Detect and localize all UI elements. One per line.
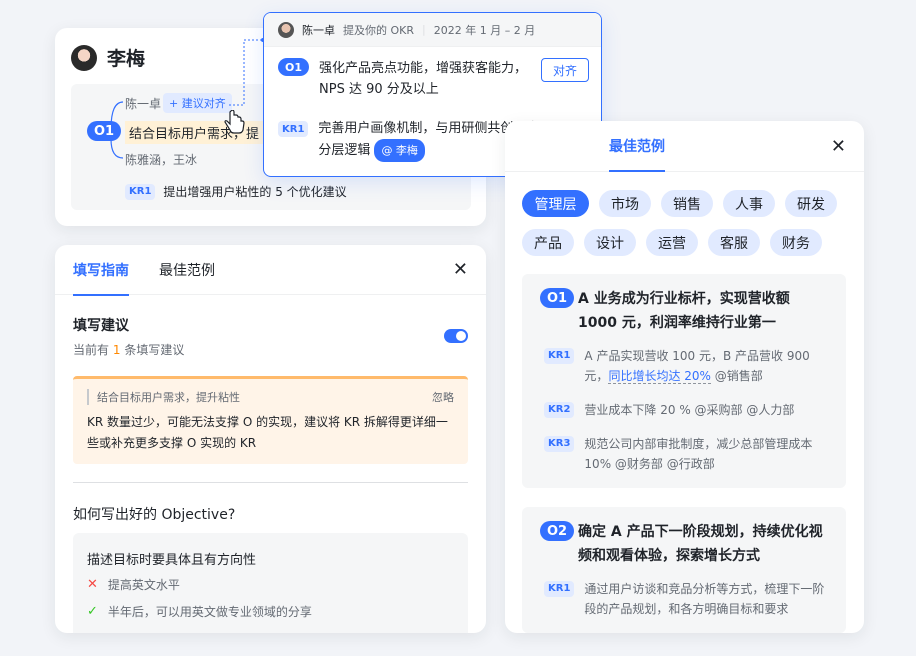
examples-tabs: 最佳范例 [505,121,864,172]
kr-link[interactable]: 同比增长均达 20% [608,369,711,384]
kr-text-b: @销售部 [710,369,763,383]
category-chip[interactable]: 管理层 [522,190,589,217]
bad-example-row: ✕ 提高英文水平 [87,576,180,593]
tab-guide[interactable]: 填写指南 [73,245,129,296]
tab-examples[interactable]: 最佳范例 [159,245,215,295]
ignore-button[interactable]: 忽略 [432,389,454,405]
popover-header: 陈一卓 提及你的 OKR | 2022 年 1 月 – 2 月 [264,13,601,47]
tab-examples[interactable]: 最佳范例 [609,121,665,172]
close-icon[interactable]: ✕ [453,261,468,279]
popover-connector [229,38,265,106]
kr-text: A 产品实现营收 100 元，B 产品营收 900 元，同比增长均达 20% @… [584,346,829,386]
kr-text: 通过用户访谈和竞品分析等方式，梳理下一阶段的产品规划，和各方明确目标和要求 [584,582,825,616]
count-suffix: 条填写建议 [124,343,185,357]
o1-kr3: KR3 规范公司内部审批制度，减少总部管理成本 10% @财务部 @行政部 [544,434,829,474]
o1-kr2: KR2 营业成本下降 20 % @采购部 @人力部 [544,400,829,420]
o2-kr1: KR1 通过用户访谈和竞品分析等方式，梳理下一阶段的产品规划，和各方明确目标和要… [544,579,829,619]
objective-text: 强化产品亮点功能，增强获客能力，NPS 达 90 分及以上 [319,61,528,97]
tip-title: 描述目标时要具体且有方向性 [87,553,257,568]
category-chip[interactable]: 财务 [770,229,822,256]
check-icon: ✓ [87,604,98,619]
divider [73,482,468,483]
o2-text: 确定 A 产品下一阶段规划，持续优化视频和观看体验，探索增长方式 [578,524,823,564]
warning-box: 结合目标用户需求，提升粘性 忽略 KR 数量过少，可能无法支撑 O 的实现，建议… [73,376,468,464]
category-chip[interactable]: 市场 [599,190,651,217]
avatar[interactable] [71,44,97,71]
kr-badge: KR1 [544,581,575,597]
kr-badge: KR1 [278,121,309,137]
good-example-row: ✓ 半年后，可以用英文做专业领域的分享 [87,603,312,620]
section-title: 填写建议 [73,318,129,334]
align-button[interactable]: 对齐 [541,58,589,82]
assignee-top: 陈一卓 [125,97,162,111]
suggestion-count: 当前有 1 条填写建议 [73,341,184,358]
warning-ref: 结合目标用户需求，提升粘性 [87,389,240,405]
category-chip[interactable]: 产品 [522,229,574,256]
category-chip[interactable]: 客服 [708,229,760,256]
objective-question: 如何写出好的 Objective? [73,507,236,523]
examples-card: 最佳范例 ✕ 管理层 市场 销售 人事 研发产品 设计 运营 客服 财务 O1 A 业务成为行业… [505,121,864,633]
suggestion-toggle[interactable] [444,329,468,343]
suggest-align-chip[interactable]: + 建议对齐 [163,93,232,113]
kr-badge: KR3 [544,436,575,452]
o2-badge: O2 [540,521,575,541]
mention-chip[interactable]: @ 李梅 [374,139,425,162]
category-chip[interactable]: 销售 [661,190,713,217]
warning-text: KR 数量过少，可能无法支撑 O 的实现，建议将 KR 拆解得更详细一些或补充更… [87,415,448,450]
example-o1: O1 A 业务成为行业标杆，实现营收额 1000 元，利润率维持行业第一 KR1… [522,274,846,488]
tip-box: 描述目标时要具体且有方向性 ✕ 提高英文水平 ✓ 半年后，可以用英文做专业领域的… [73,533,468,633]
kr-badge: KR2 [544,402,575,418]
cross-icon: ✕ [87,577,98,592]
kr-text: 规范公司内部审批制度，减少总部管理成本 10% @财务部 @行政部 [584,437,813,471]
separator: | [422,23,426,36]
close-icon[interactable]: ✕ [831,138,846,156]
kr-badge: KR1 [125,183,156,200]
category-chip[interactable]: 运营 [646,229,698,256]
assignees-bottom: 陈雅涵，王冰 [125,153,198,167]
user-header: 李梅 [71,44,145,71]
popover-period: 2022 年 1 月 – 2 月 [433,23,536,37]
guide-tabs: 填写指南 最佳范例 [55,245,486,296]
objective-badge: O1 [87,121,122,141]
kr-text: 提出增强用户粘性的 5 个优化建议 [163,185,347,199]
popover-objective: O1 强化产品亮点功能，增强获客能力，NPS 达 90 分及以上 [278,58,539,100]
kr-row[interactable]: KR1 提出增强用户粘性的 5 个优化建议 [125,183,347,200]
author-name: 陈一卓 [302,23,335,37]
guide-card: 填写指南 最佳范例 ✕ 填写建议 当前有 1 条填写建议 结合目标用户需求，提升… [55,245,486,633]
popover-meta: 提及你的 OKR [343,23,415,37]
good-example: 半年后，可以用英文做专业领域的分享 [107,605,312,619]
kr-badge: KR1 [544,348,575,364]
kr-text: 营业成本下降 20 % @采购部 @人力部 [584,403,795,417]
o1-text: A 业务成为行业标杆，实现营收额 1000 元，利润率维持行业第一 [578,291,790,331]
category-chip[interactable]: 人事 [723,190,775,217]
o1-kr1: KR1 A 产品实现营收 100 元，B 产品营收 900 元，同比增长均达 2… [544,346,829,386]
count-value: 1 [112,343,121,357]
objective-badge: O1 [278,58,310,76]
count-prefix: 当前有 [73,343,110,357]
category-chip[interactable]: 设计 [584,229,636,256]
example-o2: O2 确定 A 产品下一阶段规划，持续优化视频和观看体验，探索增长方式 KR1 … [522,507,846,633]
category-chip[interactable]: 研发 [785,190,837,217]
user-name: 李梅 [107,48,146,70]
o1-badge: O1 [540,288,575,308]
author-avatar [278,21,294,38]
bad-example: 提高英文水平 [107,578,180,592]
